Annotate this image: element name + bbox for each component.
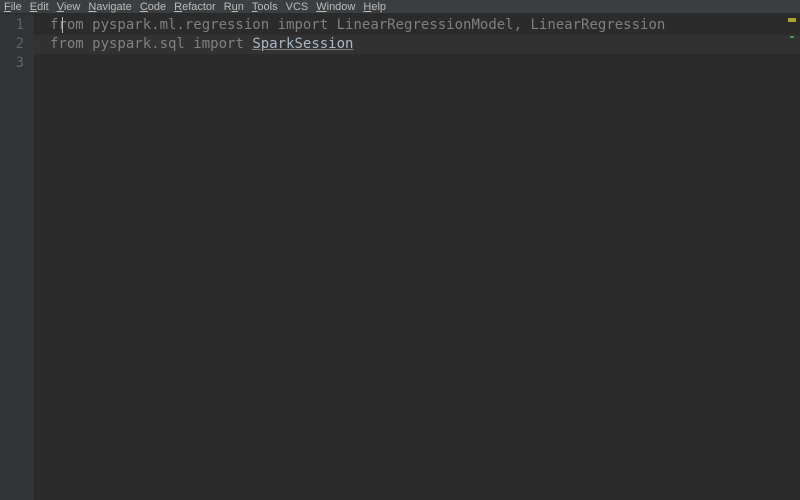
code-line-1[interactable]: from pyspark.ml.regression import Linear… [34,16,800,35]
menu-bar: File Edit View Navigate Code Refactor Ru… [0,0,800,14]
line-number-2[interactable]: 2 [0,35,34,54]
menu-view[interactable]: View [57,0,81,14]
module-path: pyspark.ml.regression [84,17,278,33]
analysis-marker-icon [790,36,794,38]
code-line-3[interactable] [34,54,800,73]
module-path: pyspark.sql [84,36,194,52]
line-number-1[interactable]: 1 [0,16,34,35]
menu-refactor[interactable]: Refactor [174,0,216,14]
menu-window[interactable]: Window [316,0,355,14]
menu-run[interactable]: Run [224,0,244,14]
caret [62,17,63,33]
menu-navigate[interactable]: Navigate [88,0,131,14]
keyword-import: import [278,17,329,33]
menu-vcs[interactable]: VCS [286,0,309,14]
line-number-3[interactable]: 3 [0,54,34,73]
gutter: 1 2 3 [0,14,34,500]
menu-code[interactable]: Code [140,0,166,14]
warning-indicator-icon[interactable] [788,18,796,22]
keyword-from: from [50,17,84,33]
code-area[interactable]: from pyspark.ml.regression import Linear… [34,14,800,500]
keyword-from: from [50,36,84,52]
keyword-import: import [193,36,244,52]
imported-class: SparkSession [252,36,353,52]
imported-names: LinearRegressionModel, LinearRegression [328,17,665,33]
menu-file[interactable]: File [4,0,22,14]
menu-help[interactable]: Help [363,0,386,14]
menu-edit[interactable]: Edit [30,0,49,14]
editor[interactable]: 1 2 3 from pyspark.ml.regression import … [0,14,800,500]
menu-tools[interactable]: Tools [252,0,278,14]
code-line-2[interactable]: from pyspark.sql import SparkSession [34,35,800,54]
